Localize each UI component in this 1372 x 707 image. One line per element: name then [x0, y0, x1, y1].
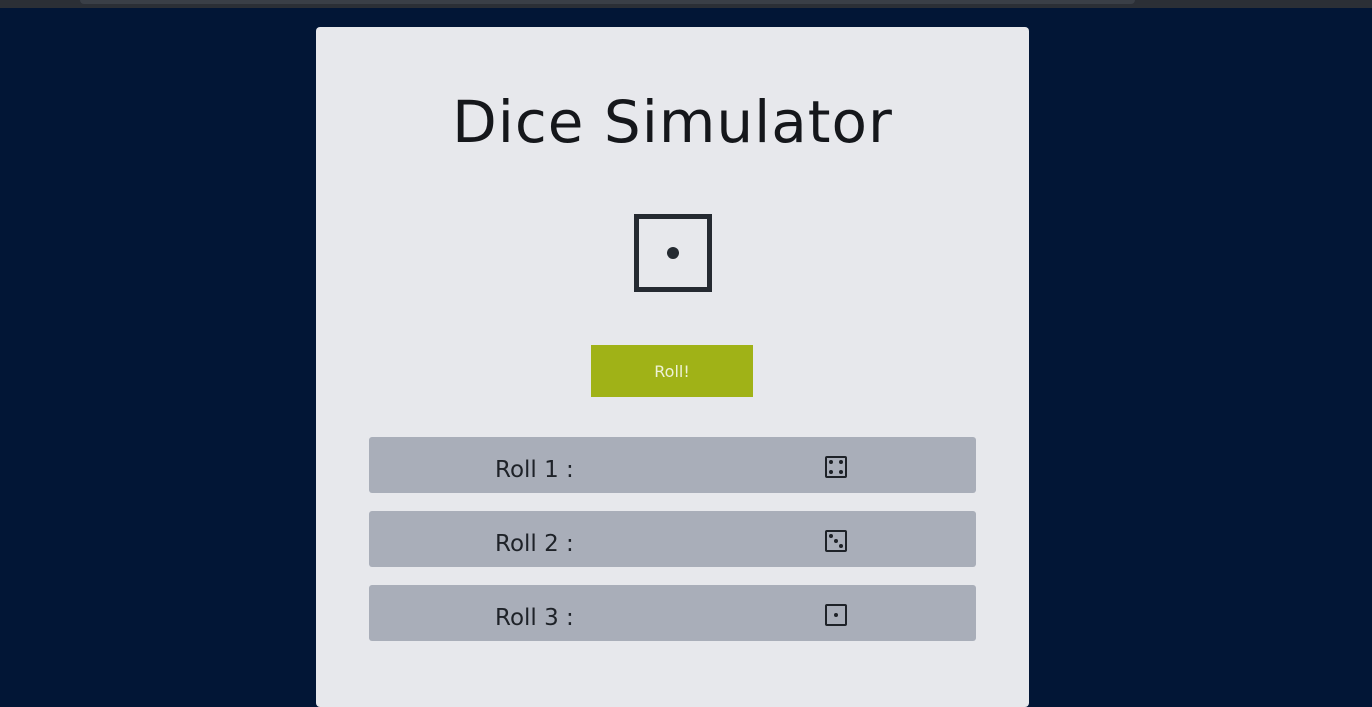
roll-history-row: Roll 2 :: [369, 511, 976, 567]
die-pip: [839, 544, 843, 548]
die-pip: [839, 470, 843, 474]
die-pip: [834, 539, 838, 543]
die-pip: [839, 460, 843, 464]
browser-top-bar: [0, 0, 1372, 8]
roll-label: Roll 2 :: [495, 531, 574, 557]
page-title: Dice Simulator: [452, 88, 893, 156]
die-pip: [829, 470, 833, 474]
die-face-one-icon: [634, 214, 712, 292]
die-face-four-icon: [825, 456, 847, 478]
die-pip: [667, 247, 679, 259]
roll-label: Roll 1 :: [495, 457, 574, 483]
die-pip: [834, 613, 838, 617]
roll-button[interactable]: Roll!: [591, 345, 753, 397]
browser-address-strip: [80, 0, 1135, 4]
die-pip: [829, 534, 833, 538]
roll-label: Roll 3 :: [495, 605, 574, 631]
die-pip: [829, 460, 833, 464]
die-face-three-icon: [825, 530, 847, 552]
die-face-one-icon: [825, 604, 847, 626]
roll-history-row: Roll 3 :: [369, 585, 976, 641]
dice-card: Dice Simulator Roll! Roll 1 : Roll 2 : R…: [316, 27, 1029, 707]
roll-history-row: Roll 1 :: [369, 437, 976, 493]
